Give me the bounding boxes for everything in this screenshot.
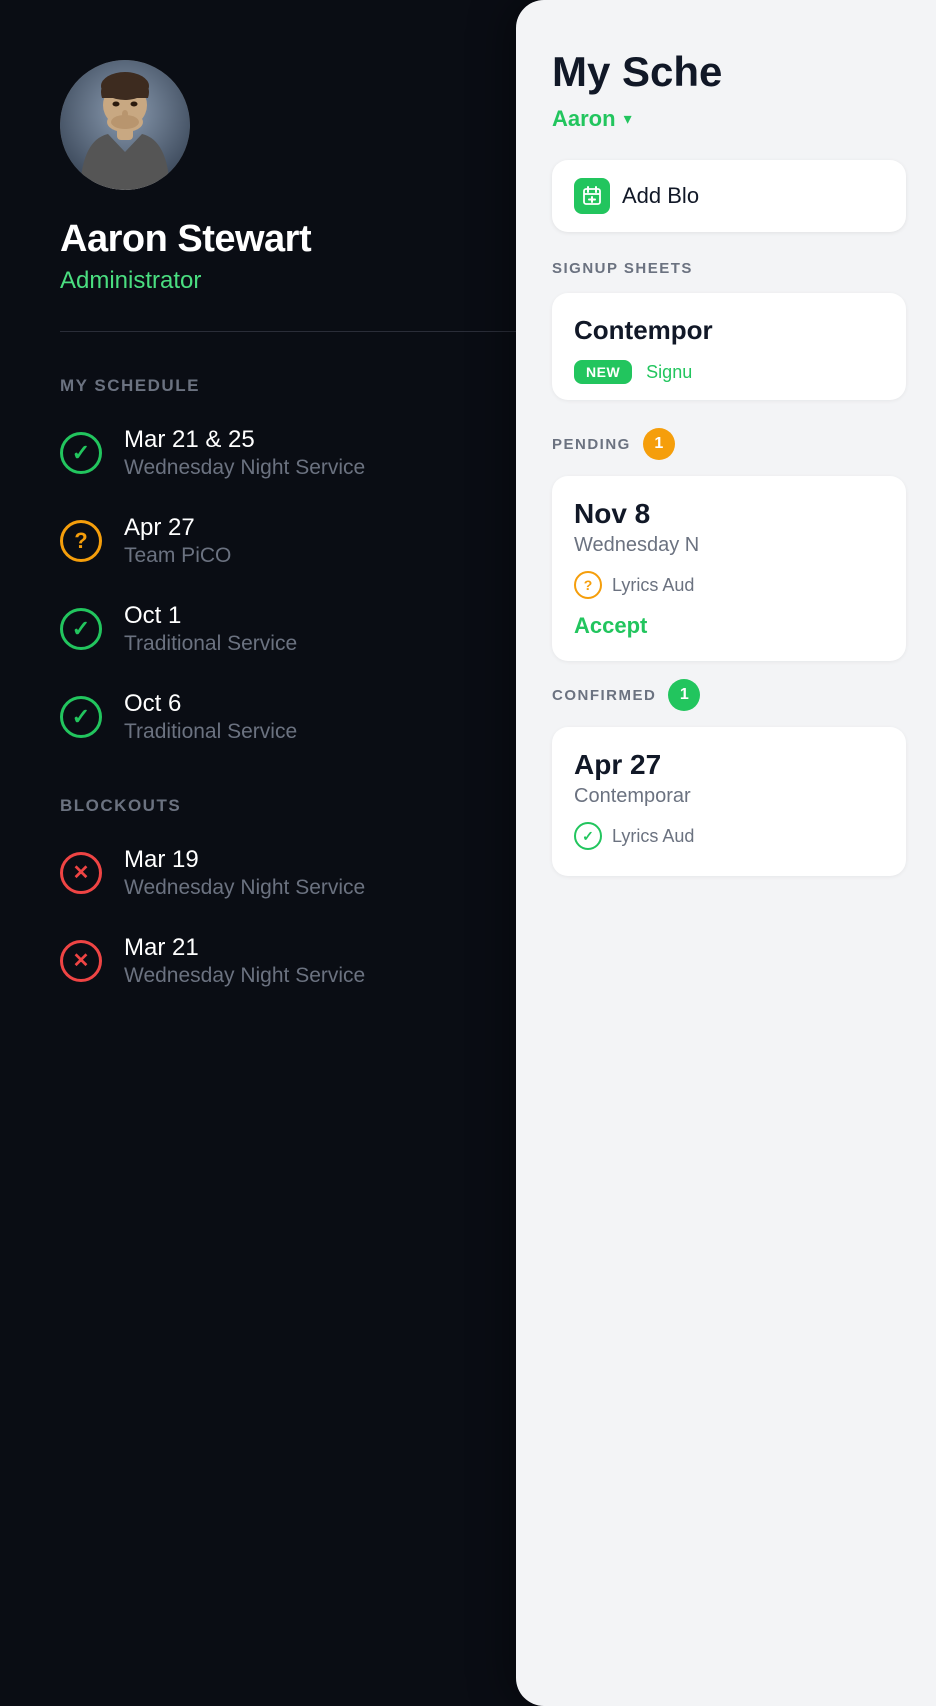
questionmark: ? — [74, 530, 87, 552]
avatar — [60, 60, 190, 190]
pending-card[interactable]: Nov 8 Wednesday N ? Lyrics Aud Accept — [552, 476, 906, 661]
item-info: Apr 27 Team PiCO — [124, 514, 231, 568]
role-row: ? Lyrics Aud — [574, 571, 884, 599]
confirmed-badge: 1 — [668, 679, 700, 711]
item-info: Mar 21 Wednesday Night Service — [124, 934, 365, 988]
blocked-icon: ✕ — [60, 940, 102, 982]
pending-badge: 1 — [643, 428, 675, 460]
item-date: Mar 21 — [124, 934, 365, 962]
item-info: Oct 6 Traditional Service — [124, 690, 297, 744]
item-date: Oct 6 — [124, 690, 297, 718]
role-pending-icon: ? — [574, 571, 602, 599]
item-info: Mar 19 Wednesday Night Service — [124, 846, 365, 900]
divider — [60, 331, 540, 332]
role-confirmed-icon: ✓ — [574, 822, 602, 850]
add-blockout-button[interactable]: Add Blo — [552, 160, 906, 232]
pending-card-date: Nov 8 — [574, 498, 884, 530]
add-blockout-icon — [574, 178, 610, 214]
list-item[interactable]: ✓ Oct 6 Traditional Service — [60, 690, 540, 744]
role-row: ✓ Lyrics Aud — [574, 822, 884, 850]
item-service: Team PiCO — [124, 544, 231, 568]
pending-card-service: Wednesday N — [574, 534, 884, 557]
xmark: ✕ — [73, 951, 90, 971]
user-dropdown[interactable]: Aaron ▾ — [552, 106, 906, 132]
blockouts-list: ✕ Mar 19 Wednesday Night Service ✕ Mar 2… — [60, 846, 540, 988]
item-date: Mar 19 — [124, 846, 365, 874]
signup-card-title: Contempor — [574, 315, 884, 346]
accept-button[interactable]: Accept — [574, 613, 884, 639]
blocked-icon: ✕ — [60, 852, 102, 894]
left-panel: Aaron Stewart Administrator MY SCHEDULE … — [0, 0, 580, 1706]
avatar-image — [60, 60, 190, 190]
item-service: Wednesday Night Service — [124, 876, 365, 900]
question-icon: ? — [584, 577, 593, 593]
signup-sheets-title: SIGNUP SHEETS — [552, 260, 906, 277]
signup-card-inner: Contempor NEW Signu — [552, 293, 906, 400]
confirmed-card-date: Apr 27 — [574, 749, 884, 781]
role-text: Lyrics Aud — [612, 826, 694, 847]
list-item[interactable]: ? Apr 27 Team PiCO — [60, 514, 540, 568]
signup-link[interactable]: Signu — [646, 362, 692, 383]
xmark: ✕ — [73, 863, 90, 883]
check-icon: ✓ — [582, 828, 594, 845]
list-item[interactable]: ✓ Mar 21 & 25 Wednesday Night Service — [60, 426, 540, 480]
checkmark: ✓ — [72, 706, 90, 728]
confirmed-icon: ✓ — [60, 608, 102, 650]
my-schedule-section-title: MY SCHEDULE — [60, 376, 540, 396]
chevron-down-icon: ▾ — [624, 109, 632, 129]
schedule-list: ✓ Mar 21 & 25 Wednesday Night Service ? … — [60, 426, 540, 744]
user-name: Aaron Stewart — [60, 218, 540, 261]
pending-icon: ? — [60, 520, 102, 562]
list-item[interactable]: ✕ Mar 21 Wednesday Night Service — [60, 934, 540, 988]
right-inner: My Sche Aaron ▾ Add Blo SIGNUP SHEETS — [516, 0, 936, 934]
my-schedule-title: My Sche — [552, 48, 906, 96]
right-panel: My Sche Aaron ▾ Add Blo SIGNUP SHEETS — [516, 0, 936, 1706]
item-service: Traditional Service — [124, 632, 297, 656]
item-service: Wednesday Night Service — [124, 964, 365, 988]
pending-header: PENDING 1 — [552, 428, 906, 460]
blockouts-section-title: BLOCKOUTS — [60, 796, 540, 816]
item-service: Traditional Service — [124, 720, 297, 744]
item-info: Mar 21 & 25 Wednesday Night Service — [124, 426, 365, 480]
item-service: Wednesday Night Service — [124, 456, 365, 480]
add-blockout-label: Add Blo — [622, 183, 699, 209]
item-date: Oct 1 — [124, 602, 297, 630]
pending-label: PENDING — [552, 436, 631, 453]
list-item[interactable]: ✓ Oct 1 Traditional Service — [60, 602, 540, 656]
signup-actions: NEW Signu — [574, 360, 884, 384]
confirmed-icon: ✓ — [60, 432, 102, 474]
dropdown-user-name: Aaron — [552, 106, 616, 132]
confirmed-icon: ✓ — [60, 696, 102, 738]
confirmed-card-service: Contemporar — [574, 785, 884, 808]
item-date: Apr 27 — [124, 514, 231, 542]
confirmed-label: CONFIRMED — [552, 687, 656, 704]
list-item[interactable]: ✕ Mar 19 Wednesday Night Service — [60, 846, 540, 900]
signup-sheet-card[interactable]: Contempor NEW Signu — [552, 293, 906, 400]
confirmed-header: CONFIRMED 1 — [552, 679, 906, 711]
item-info: Oct 1 Traditional Service — [124, 602, 297, 656]
new-badge: NEW — [574, 360, 632, 384]
confirmed-card[interactable]: Apr 27 Contemporar ✓ Lyrics Aud — [552, 727, 906, 876]
user-role: Administrator — [60, 267, 540, 295]
checkmark: ✓ — [72, 618, 90, 640]
role-text: Lyrics Aud — [612, 575, 694, 596]
checkmark: ✓ — [72, 442, 90, 464]
item-date: Mar 21 & 25 — [124, 426, 365, 454]
